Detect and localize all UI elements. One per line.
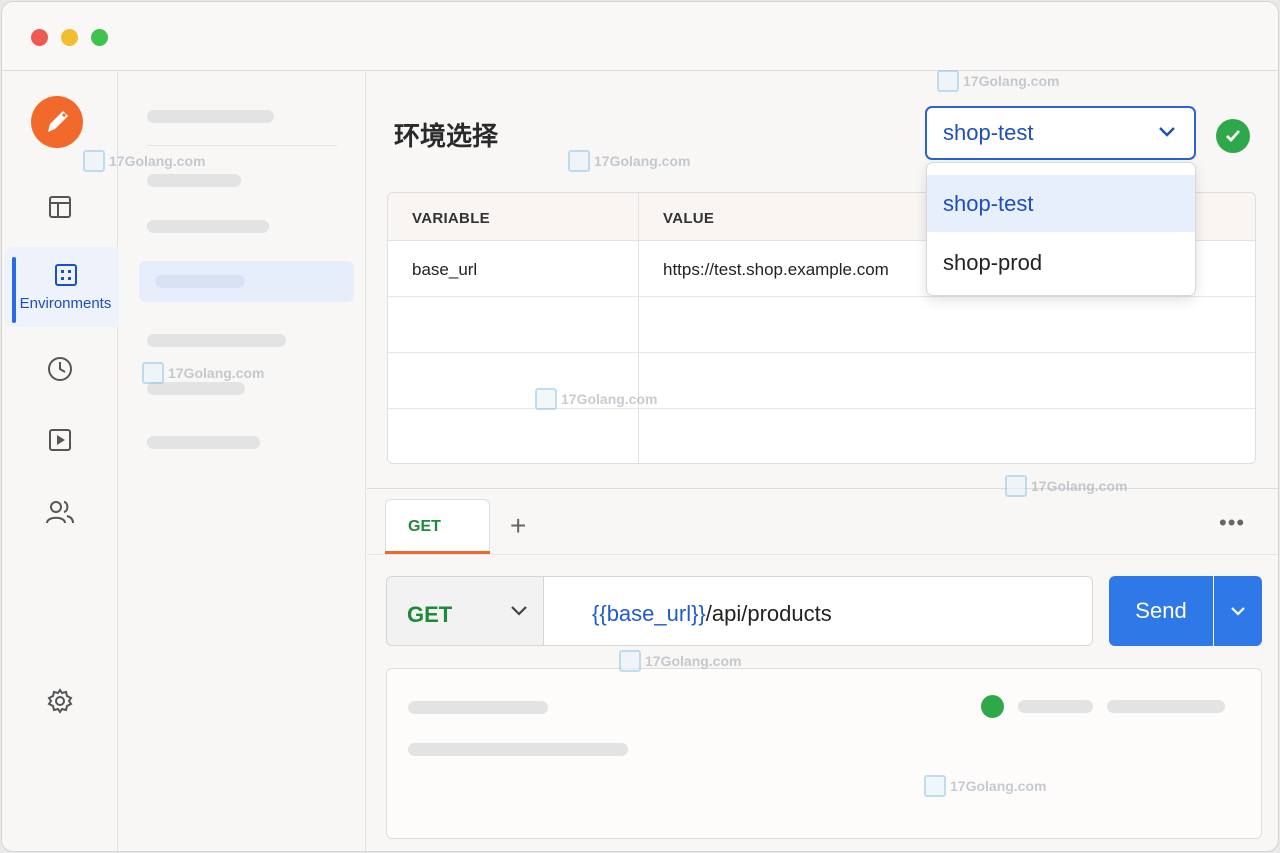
table-row[interactable]: [388, 297, 1255, 353]
watermark: 17Golang.com: [1005, 475, 1127, 497]
column-header-variable: VARIABLE: [412, 210, 490, 227]
workspace-icon[interactable]: [2, 189, 118, 225]
method-select[interactable]: GET: [386, 576, 544, 646]
response-panel: [386, 668, 1262, 839]
section-divider: [367, 488, 1278, 489]
main-panel: 环境选择 shop-test VARIABLE VALUE base_url h…: [367, 72, 1278, 851]
variable-value-cell[interactable]: https://test.shop.example.com: [663, 260, 889, 280]
column-divider: [638, 193, 639, 463]
watermark: 17Golang.com: [83, 150, 205, 172]
check-icon: [1216, 119, 1250, 153]
settings-icon[interactable]: [2, 683, 118, 719]
page-title: 环境选择: [394, 122, 499, 152]
watermark: 17Golang.com: [619, 650, 741, 672]
request-tab[interactable]: GET: [385, 499, 490, 554]
column-header-value: VALUE: [663, 210, 715, 227]
team-icon[interactable]: [2, 494, 118, 530]
url-input[interactable]: {{base_url}}/api/products: [543, 576, 1093, 646]
watermark: 17Golang.com: [142, 362, 264, 384]
tabs-divider: [367, 554, 1278, 555]
chevron-down-icon: [1159, 127, 1175, 137]
history-icon[interactable]: [2, 351, 118, 387]
nav-rail: Environments: [2, 72, 127, 851]
chevron-down-icon: [1231, 607, 1245, 616]
skeleton-bar: [147, 174, 241, 187]
status-dot: [981, 695, 1004, 718]
environments-icon: [53, 262, 79, 288]
table-row[interactable]: [388, 409, 1255, 463]
zoom-window-button[interactable]: [91, 29, 108, 46]
secondary-sidebar: [119, 72, 366, 851]
skeleton-bar: [147, 220, 269, 233]
sidebar-item-environments[interactable]: Environments: [4, 247, 127, 327]
title-bar: [2, 2, 1278, 71]
skeleton-bar: [1107, 700, 1225, 713]
send-button[interactable]: Send: [1109, 576, 1213, 646]
variable-name-cell[interactable]: base_url: [412, 260, 477, 280]
watermark: 17Golang.com: [924, 775, 1046, 797]
table-row[interactable]: [388, 353, 1255, 409]
environment-select-value: shop-test: [943, 120, 1034, 145]
environment-select[interactable]: shop-test: [925, 106, 1196, 160]
close-window-button[interactable]: [31, 29, 48, 46]
url-text: {{base_url}}/api/products: [592, 601, 832, 627]
environment-option-shop-prod[interactable]: shop-prod: [927, 234, 1195, 291]
skeleton-bar: [155, 275, 245, 288]
watermark: 17Golang.com: [937, 70, 1059, 92]
app-window: Environments 环境选择 shop-test VARIABLE VAL…: [1, 1, 1279, 852]
method-value: GET: [407, 602, 453, 627]
skeleton-bar: [1018, 700, 1093, 713]
chevron-down-icon: [511, 606, 527, 616]
sidebar-item-label: Environments: [19, 295, 112, 312]
send-options-button[interactable]: [1214, 576, 1262, 646]
skeleton-bar: [408, 743, 628, 756]
url-variable: {{base_url}}: [592, 601, 706, 626]
skeleton-bar: [408, 701, 548, 714]
watermark: 17Golang.com: [568, 150, 690, 172]
add-tab-button[interactable]: +: [510, 512, 526, 540]
skeleton-bar: [147, 436, 260, 449]
request-tab-label: GET: [408, 518, 441, 535]
sidebar-divider: [147, 145, 337, 146]
minimize-window-button[interactable]: [61, 29, 78, 46]
url-path: /api/products: [705, 601, 832, 626]
more-options-button[interactable]: •••: [1219, 510, 1245, 536]
logo-icon[interactable]: [31, 96, 83, 148]
environment-option-shop-test[interactable]: shop-test: [927, 175, 1195, 232]
skeleton-bar: [147, 110, 274, 123]
environment-dropdown-menu: shop-test shop-prod: [926, 162, 1196, 296]
skeleton-bar: [147, 334, 286, 347]
watermark: 17Golang.com: [535, 388, 657, 410]
runner-icon[interactable]: [2, 422, 118, 458]
